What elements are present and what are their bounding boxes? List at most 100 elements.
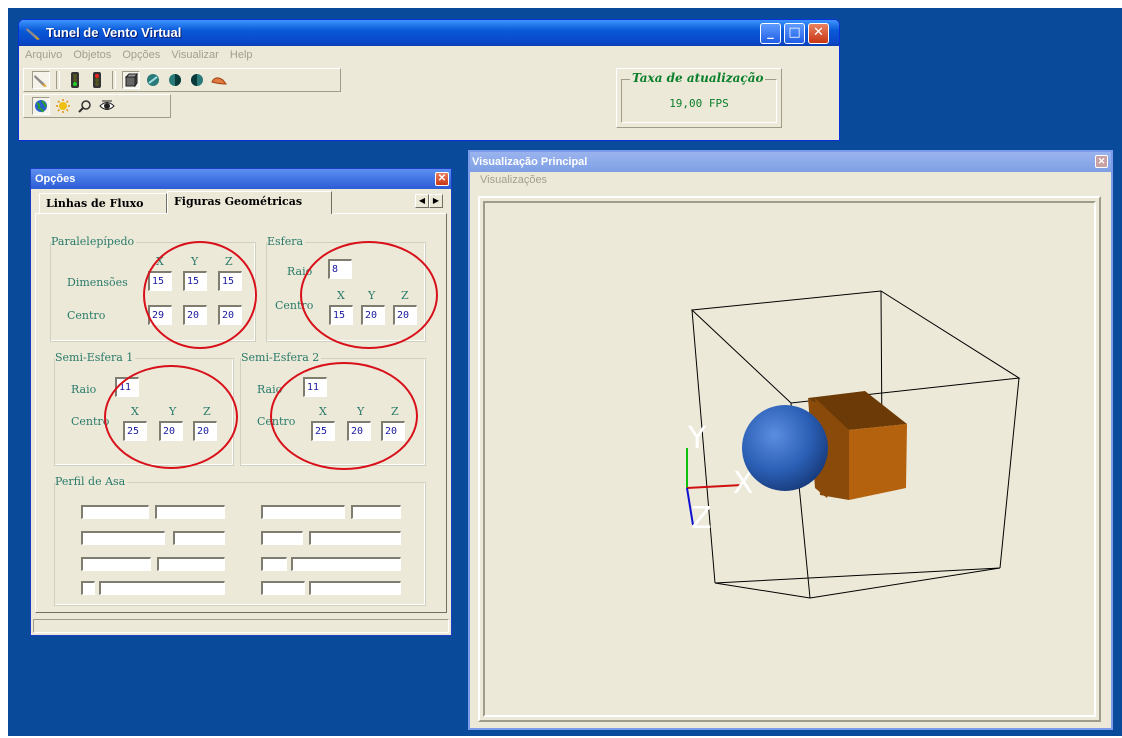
center-z-field[interactable]: 20 (393, 305, 417, 325)
center-z-field[interactable]: 20 (381, 421, 405, 441)
radius-field[interactable]: 11 (303, 377, 327, 397)
options-titlebar[interactable]: Opções ✕ (31, 169, 451, 189)
wing-field[interactable] (351, 505, 401, 519)
wing-field[interactable] (309, 581, 401, 595)
traffic-light-green-icon (71, 72, 79, 88)
axis-x-label: X (319, 405, 327, 418)
options-close-button[interactable]: ✕ (435, 172, 449, 186)
wing-field[interactable] (261, 531, 303, 545)
3d-viewport[interactable]: Y X Z (478, 196, 1101, 722)
menu-opcoes[interactable]: Opções (122, 49, 160, 61)
magnifier-icon (78, 100, 91, 113)
wing-field[interactable] (261, 505, 345, 519)
menu-visualizacoes[interactable]: Visualizações (480, 174, 547, 186)
cube-button[interactable] (122, 71, 140, 89)
wing-field[interactable] (81, 581, 95, 595)
menu-help[interactable]: Help (230, 49, 253, 61)
dimension-x-field[interactable]: 15 (148, 271, 172, 291)
axis-z-label: Z (225, 255, 233, 268)
center-x-field[interactable]: 29 (148, 305, 172, 325)
wing-profile-button[interactable] (210, 71, 228, 89)
axis-z-label: Z (203, 405, 211, 418)
center-x-field[interactable]: 15 (329, 305, 353, 325)
tab-scroll: ◀ ▶ (415, 194, 443, 208)
tab-scroll-left-button[interactable]: ◀ (415, 194, 429, 208)
options-statusbar (33, 619, 449, 633)
center-x-field[interactable]: 25 (311, 421, 335, 441)
radius-field[interactable]: 8 (328, 259, 352, 279)
esfera-legend: Esfera (267, 235, 306, 249)
sun-icon (56, 99, 70, 113)
center-y-field[interactable]: 20 (183, 305, 207, 325)
close-button[interactable]: ✕ (808, 23, 829, 44)
wind-tunnel-app-icon (26, 28, 40, 40)
wing-field[interactable] (261, 557, 287, 571)
semi-sphere-2-button[interactable] (188, 71, 206, 89)
fps-group: Taxa de atualização 19,00 FPS (621, 71, 777, 123)
visualization-close-button[interactable]: ✕ (1095, 155, 1108, 168)
tab-figuras-geometricas[interactable]: Figuras Geométricas (167, 191, 332, 214)
centro-label: Centro (275, 299, 314, 312)
sphere-object[interactable] (742, 405, 828, 491)
semi-esfera-1-legend: Semi-Esfera 1 (55, 351, 136, 365)
half-sphere-icon (169, 74, 181, 86)
tab-panel-figuras: Paralelepípedo X Y Z Dimensões 15 15 15 … (35, 213, 447, 613)
group-perfil-asa: Perfil de Asa (54, 475, 426, 606)
toolbar-objects (23, 68, 341, 92)
dimension-z-field[interactable]: 15 (218, 271, 242, 291)
start-flow-button[interactable] (66, 71, 84, 89)
stop-flow-button[interactable] (88, 71, 106, 89)
menu-objetos[interactable]: Objetos (73, 49, 111, 61)
wing-field[interactable] (173, 531, 225, 545)
menu-visualizar[interactable]: Visualizar (171, 49, 219, 61)
maximize-button[interactable]: □ (784, 23, 805, 44)
wing-field[interactable] (309, 531, 401, 545)
light-button[interactable] (54, 97, 72, 115)
axis-z-label: Z (691, 501, 712, 536)
eye-icon (99, 100, 115, 110)
wing-field[interactable] (261, 581, 305, 595)
radius-field[interactable]: 11 (115, 377, 139, 397)
tab-scroll-right-button[interactable]: ▶ (429, 194, 443, 208)
view-button[interactable] (98, 97, 116, 115)
dimensoes-label: Dimensões (67, 276, 128, 289)
axis-y-label: Y (169, 405, 177, 418)
wing-field[interactable] (157, 557, 225, 571)
dimension-y-field[interactable]: 15 (183, 271, 207, 291)
axis-y-label: Y (368, 289, 376, 302)
center-y-field[interactable]: 20 (361, 305, 385, 325)
globe-icon (35, 100, 47, 113)
center-z-field[interactable]: 20 (193, 421, 217, 441)
toolbar-separator (56, 71, 60, 89)
minimize-button[interactable]: _ (760, 23, 781, 44)
zoom-button[interactable] (76, 97, 94, 115)
wing-field[interactable] (155, 505, 225, 519)
tab-linhas-de-fluxo[interactable]: Linhas de Fluxo (39, 193, 167, 213)
axis-y-label: Y (191, 255, 199, 268)
center-y-field[interactable]: 20 (347, 421, 371, 441)
wing-field[interactable] (99, 581, 225, 595)
fps-value: 19,00 FPS (669, 97, 729, 110)
axis-y-label: Y (687, 421, 707, 456)
wing-field[interactable] (81, 531, 165, 545)
center-x-field[interactable]: 25 (123, 421, 147, 441)
menu-arquivo[interactable]: Arquivo (25, 49, 62, 61)
main-window: Tunel de Vento Virtual _ □ ✕ Arquivo Obj… (18, 19, 840, 141)
semi-esfera-2-legend: Semi-Esfera 2 (241, 351, 322, 365)
fps-panel: Taxa de atualização 19,00 FPS (616, 68, 782, 128)
center-y-field[interactable]: 20 (159, 421, 183, 441)
wing-field[interactable] (81, 557, 151, 571)
axis-x-label: X (131, 405, 139, 418)
globe-button[interactable] (32, 97, 50, 115)
wing-field[interactable] (291, 557, 401, 571)
wind-tunnel-button[interactable] (32, 71, 50, 89)
sphere-button[interactable] (144, 71, 162, 89)
perfil-asa-legend: Perfil de Asa (55, 475, 128, 489)
center-z-field[interactable]: 20 (218, 305, 242, 325)
main-titlebar[interactable]: Tunel de Vento Virtual _ □ ✕ (19, 20, 839, 46)
wing-field[interactable] (81, 505, 149, 519)
wind-tunnel-icon (34, 75, 47, 87)
semi-sphere-1-button[interactable] (166, 71, 184, 89)
visualization-title: Visualização Principal (472, 156, 588, 168)
visualization-titlebar[interactable]: Visualização Principal ✕ (470, 152, 1111, 172)
